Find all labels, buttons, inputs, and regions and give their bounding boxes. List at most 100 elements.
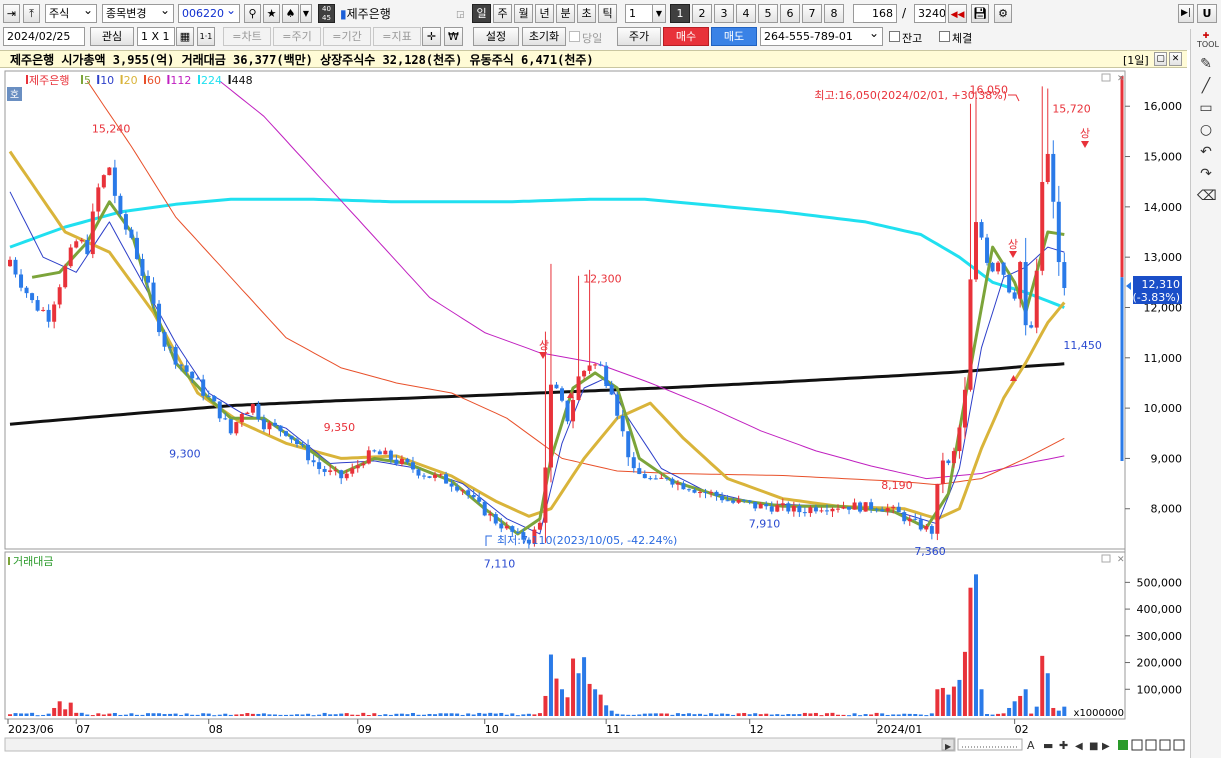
search-button[interactable]: ⚲	[244, 4, 261, 23]
buy-button[interactable]: 매수	[663, 27, 709, 46]
grid-11-button[interactable]: 1·1	[197, 27, 215, 46]
setting-button[interactable]: 설정	[473, 27, 519, 46]
stock-code-input[interactable]: 006220	[178, 4, 240, 23]
volume-bar	[19, 713, 24, 716]
price-button[interactable]: 주가	[617, 27, 661, 46]
candle-body	[361, 463, 366, 466]
stop-icon[interactable]: ■	[1089, 741, 1098, 752]
total-input[interactable]: 3240	[914, 4, 946, 23]
market-select[interactable]: 주식	[45, 4, 97, 23]
number-button-7[interactable]: 7	[802, 4, 822, 23]
period-button-1[interactable]: 주	[493, 4, 512, 23]
volume-close-icon[interactable]: ✕	[1117, 555, 1125, 565]
dropdown-button[interactable]: ▼	[300, 4, 312, 23]
account-select[interactable]: 264-555-789-01	[760, 27, 883, 46]
candle-body	[52, 304, 57, 322]
save-button[interactable]: 💾︎	[971, 4, 989, 23]
eraser-icon[interactable]: ⌫	[1197, 187, 1217, 205]
pencil-icon[interactable]: ✎	[1197, 55, 1215, 73]
pin-top-button[interactable]: ⤒	[23, 4, 40, 23]
change-item-select[interactable]: 종목변경	[102, 4, 174, 23]
filled-checkbox[interactable]	[939, 31, 950, 42]
number-button-8[interactable]: 8	[824, 4, 844, 23]
excel-icon[interactable]	[1118, 740, 1128, 750]
zoom-in-icon[interactable]: A	[1027, 739, 1035, 752]
favorite-button[interactable]: ★	[263, 4, 280, 23]
compare-period-button[interactable]: =기간	[323, 27, 371, 46]
settings-button[interactable]: ⚙	[994, 4, 1012, 23]
grid-input[interactable]: 1 X 1	[137, 27, 175, 46]
play-left-icon[interactable]: ◀	[1075, 741, 1083, 752]
candle-body	[786, 503, 791, 512]
legend-label-5[interactable]: 112	[170, 74, 191, 87]
legend-label-1[interactable]: 5	[84, 74, 91, 87]
volume-bar	[306, 713, 311, 716]
candle-body	[477, 497, 482, 502]
period-button-5[interactable]: 초	[577, 4, 596, 23]
compare-index-button[interactable]: =지표	[373, 27, 421, 46]
volume-bar	[957, 679, 962, 716]
grid-layout-button[interactable]: ▦	[176, 27, 194, 46]
candle-body	[68, 247, 73, 267]
legend-label-3[interactable]: 20	[124, 74, 138, 87]
number-button-4[interactable]: 4	[736, 4, 756, 23]
volume-bar	[90, 715, 95, 717]
legend-label-2[interactable]: 10	[100, 74, 114, 87]
chart-canvas[interactable]: 2023/06 07 08 09 10 11 12 2024/01 02 8,000 9,000 1…	[0, 68, 1190, 758]
redo-icon[interactable]: ↷	[1197, 165, 1215, 183]
period-button-2[interactable]: 월	[514, 4, 533, 23]
number-button-1[interactable]: 1	[670, 4, 690, 23]
undo-icon[interactable]: ↶	[1197, 143, 1215, 161]
spade-button[interactable]: ♠	[282, 4, 299, 23]
candle-body	[377, 451, 382, 455]
zoom-out-icon[interactable]: ▬	[1043, 739, 1053, 752]
circle-icon[interactable]: ○	[1197, 121, 1215, 139]
volume-bar	[416, 714, 421, 716]
window-restore-button[interactable]: ▢	[1154, 52, 1167, 66]
period-button-6[interactable]: 틱	[598, 4, 617, 23]
count-input[interactable]: 168	[853, 4, 897, 23]
number-button-2[interactable]: 2	[692, 4, 712, 23]
pin-left-button[interactable]: ⇥	[3, 4, 20, 23]
period-button-3[interactable]: 년	[535, 4, 554, 23]
won-button[interactable]: ₩	[444, 27, 463, 46]
rectangle-icon[interactable]: ▭	[1197, 99, 1215, 117]
tool-icon[interactable]: ✚ TOOL	[1197, 31, 1219, 49]
number-button-5[interactable]: 5	[758, 4, 778, 23]
sell-button[interactable]: 매도	[711, 27, 757, 46]
watch-button[interactable]: 관심	[90, 27, 134, 46]
candle-body	[157, 303, 162, 333]
line-icon[interactable]: ╱	[1197, 77, 1215, 95]
zoom-slider[interactable]	[957, 738, 1023, 751]
horizontal-scrollbar[interactable]	[4, 737, 956, 752]
period-button-0[interactable]: 일	[472, 4, 491, 23]
fast-rewind-button[interactable]: ◀◀	[948, 4, 967, 23]
nav-left-button[interactable]: ▶|	[1178, 4, 1194, 23]
number-button-3[interactable]: 3	[714, 4, 734, 23]
legend-label-0[interactable]: 제주은행	[29, 74, 69, 87]
day-checkbox[interactable]	[569, 31, 580, 42]
price-annotation-10: 11,450	[1063, 339, 1102, 352]
candle-body	[250, 404, 255, 413]
plus-icon[interactable]: ✚	[1059, 739, 1068, 752]
compare-chart-button[interactable]: =차트	[223, 27, 271, 46]
ratio-button[interactable]: 40 45	[318, 4, 335, 23]
user-button[interactable]: U	[1197, 4, 1217, 23]
candle-body	[836, 508, 840, 510]
candle-body	[388, 450, 393, 460]
volume-bar	[1001, 713, 1006, 716]
interval-dropdown-button[interactable]: ▼	[652, 4, 666, 23]
legend-label-7[interactable]: 448	[232, 74, 253, 87]
number-button-6[interactable]: 6	[780, 4, 800, 23]
legend-label-4[interactable]: 60	[147, 74, 161, 87]
period-button-4[interactable]: 분	[556, 4, 575, 23]
play-right-icon[interactable]: ▶	[1102, 741, 1110, 752]
window-close-button[interactable]: ✕	[1169, 52, 1182, 66]
compare-cycle-button[interactable]: =주기	[273, 27, 321, 46]
legend-label-6[interactable]: 224	[201, 74, 222, 87]
crosshair-button[interactable]: ✛	[422, 27, 441, 46]
balance-checkbox[interactable]	[889, 31, 900, 42]
reset-button[interactable]: 초기화	[522, 27, 566, 46]
panel-close-icon[interactable]: ✕	[1117, 74, 1125, 84]
date-input[interactable]: 2024/02/25	[3, 27, 85, 46]
